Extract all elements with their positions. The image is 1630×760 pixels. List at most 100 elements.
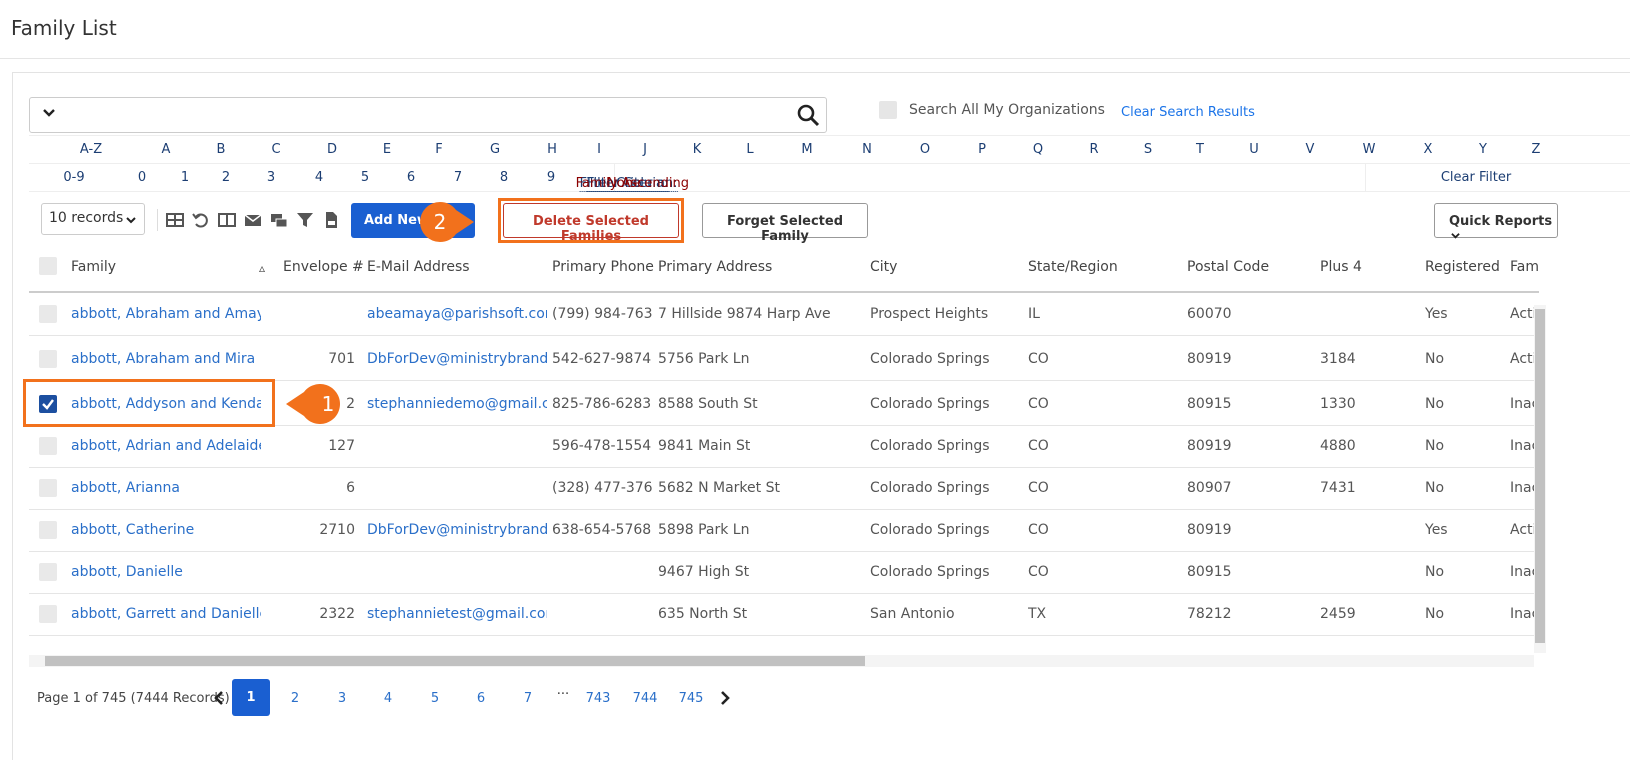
row-checkbox[interactable] (39, 605, 57, 623)
family-cell[interactable]: abbott, Arianna (71, 480, 180, 496)
family-cell[interactable]: abbott, Danielle (71, 564, 183, 580)
filter-icon[interactable] (296, 211, 314, 229)
number-filter-item[interactable]: 1 (181, 170, 189, 185)
alphabet-filter-item[interactable]: F (435, 142, 442, 157)
select-all-checkbox[interactable] (39, 257, 57, 275)
pagination-page[interactable]: 744 (633, 691, 658, 706)
alphabet-filter-item[interactable]: M (801, 142, 812, 157)
table-row[interactable]: abbott, Danielle 9467 High St Colorado Spr… (29, 551, 1539, 594)
column-phone[interactable]: Primary Phone (552, 259, 654, 275)
horizontal-scrollbar[interactable] (29, 655, 1534, 667)
number-filter-item[interactable]: 0 (138, 170, 146, 185)
number-filter-item[interactable]: 5 (361, 170, 369, 185)
email-cell[interactable]: DbForDev@ministrybrands. (367, 522, 547, 538)
mailing-labels-icon[interactable] (270, 211, 288, 229)
column-address[interactable]: Primary Address (658, 259, 772, 275)
search-all-orgs-toggle[interactable]: Search All My Organizations (879, 101, 1105, 119)
row-checkbox[interactable] (39, 563, 57, 581)
chevron-left-icon[interactable] (213, 690, 225, 706)
pagination-page[interactable]: 745 (679, 691, 704, 706)
pagination-page[interactable]: 2 (291, 691, 299, 706)
forget-selected-family-button[interactable]: Forget Selected Family (702, 203, 868, 244)
search-icon[interactable] (796, 103, 820, 127)
delete-selected-families-button[interactable]: Delete Selected Families (503, 203, 679, 244)
family-cell[interactable]: abbott, Catherine (71, 522, 194, 538)
columns-icon[interactable] (218, 211, 236, 229)
search-input[interactable] (29, 97, 827, 133)
row-checkbox[interactable] (39, 437, 57, 455)
records-per-page-select[interactable]: 10 records (41, 203, 145, 235)
alphabet-filter-item[interactable]: P (978, 142, 986, 157)
column-email[interactable]: E-Mail Address (367, 259, 470, 275)
email-cell[interactable]: abeamaya@parishsoft.com (367, 306, 547, 322)
alphabet-filter-item[interactable]: Y (1479, 142, 1487, 157)
family-cell[interactable]: abbott, Adrian and Adelaide (71, 438, 261, 454)
table-row[interactable]: abbott, Adrian and Adelaide 127 596-478-15… (29, 425, 1539, 468)
column-state[interactable]: State/Region (1028, 259, 1118, 275)
vertical-scrollbar[interactable] (1534, 305, 1546, 653)
number-filter-item[interactable]: 7 (454, 170, 462, 185)
table-row[interactable]: abbott, Catherine 2710 DbForDev@ministrybr… (29, 509, 1539, 552)
table-row[interactable]: abbott, Abraham and Mira 701 DbForDev@mini… (29, 338, 1539, 381)
number-filter-item[interactable]: 8 (500, 170, 508, 185)
alphabet-filter-item[interactable]: V (1306, 142, 1315, 157)
alphabet-filter-item[interactable]: K (693, 142, 702, 157)
column-postal[interactable]: Postal Code (1187, 259, 1269, 275)
export-csv-icon[interactable] (322, 211, 340, 229)
clear-filter-link[interactable]: Clear Filter (1441, 170, 1511, 185)
clear-search-results-link[interactable]: Clear Search Results (1121, 105, 1255, 120)
chevron-down-icon[interactable] (42, 106, 56, 120)
pagination-page[interactable]: 7 (524, 691, 532, 706)
number-filter-item[interactable]: 2 (222, 170, 230, 185)
row-checkbox[interactable] (39, 521, 57, 539)
number-filter-item[interactable]: 9 (547, 170, 555, 185)
number-filter-item[interactable]: 3 (267, 170, 275, 185)
alphabet-filter-item[interactable]: X (1424, 142, 1433, 157)
table-row[interactable]: abbott, Garrett and Danielle 2322 stephann… (29, 593, 1539, 636)
alphabet-filter-item[interactable]: O (920, 142, 930, 157)
email-cell[interactable]: stephanniedemo@gmail.coı (367, 396, 547, 412)
row-checkbox[interactable] (39, 350, 57, 368)
number-filter-item[interactable]: 4 (315, 170, 323, 185)
alphabet-filter-item[interactable]: D (327, 142, 337, 157)
row-checkbox[interactable] (39, 479, 57, 497)
family-cell[interactable]: abbott, Abraham and Amaya (71, 306, 261, 322)
alphabet-filter-item[interactable]: Q (1033, 142, 1043, 157)
alphabet-filter-item[interactable]: L (746, 142, 753, 157)
alphabet-filter-item[interactable]: A (162, 142, 171, 157)
number-filter-item[interactable]: 0-9 (63, 170, 84, 185)
email-icon[interactable] (244, 211, 262, 229)
alphabet-filter-item[interactable]: R (1089, 142, 1098, 157)
alphabet-filter-item[interactable]: W (1363, 142, 1376, 157)
alphabet-filter-item[interactable]: S (1144, 142, 1152, 157)
pagination-page[interactable]: 5 (431, 691, 439, 706)
pagination-page[interactable]: 3 (338, 691, 346, 706)
quick-reports-button[interactable]: Quick Reports (1434, 203, 1558, 239)
table-row[interactable]: abbott, Arianna 6 (328) 477-376(5682 N Mar… (29, 467, 1539, 510)
column-registered[interactable]: Registered (1425, 259, 1500, 275)
grid-icon[interactable] (166, 211, 184, 229)
pagination-page[interactable]: 743 (586, 691, 611, 706)
sort-ascending-icon[interactable]: ▵ (259, 261, 265, 275)
alphabet-filter-item[interactable]: G (490, 142, 500, 157)
column-city[interactable]: City (870, 259, 897, 275)
alphabet-filter-item[interactable]: N (862, 142, 872, 157)
family-cell[interactable]: abbott, Garrett and Danielle (71, 606, 261, 622)
pagination-page[interactable]: 4 (384, 691, 392, 706)
alphabet-filter-item[interactable]: B (217, 142, 226, 157)
search-all-checkbox[interactable] (879, 101, 897, 119)
alphabet-filter-item[interactable]: H (547, 142, 557, 157)
email-cell[interactable]: DbForDev@ministrybrands. (367, 351, 547, 367)
alphabet-filter-item[interactable]: T (1196, 142, 1204, 157)
row-checkbox[interactable] (39, 305, 57, 323)
reset-icon[interactable] (192, 211, 210, 229)
column-plus4[interactable]: Plus 4 (1320, 259, 1362, 275)
chevron-right-icon[interactable] (719, 690, 731, 706)
table-row[interactable]: abbott, Abraham and Amaya abeamaya@parish… (29, 293, 1539, 336)
horizontal-scrollbar-thumb[interactable] (45, 656, 865, 666)
alphabet-filter-item[interactable]: J (643, 142, 647, 157)
alphabet-filter-item[interactable]: A-Z (80, 142, 102, 157)
family-cell[interactable]: abbott, Abraham and Mira (71, 351, 255, 367)
number-filter-item[interactable]: 6 (407, 170, 415, 185)
alphabet-filter-item[interactable]: E (383, 142, 391, 157)
